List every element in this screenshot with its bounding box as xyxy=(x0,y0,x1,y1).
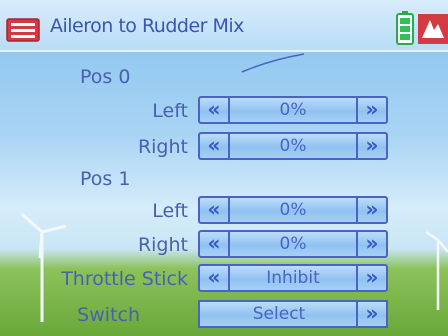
touch-stroke xyxy=(241,53,305,73)
decrease-button[interactable]: « xyxy=(200,266,230,290)
pos1-left-value: 0% xyxy=(279,200,307,220)
pos0-right-label: Right xyxy=(137,136,188,158)
increase-button[interactable]: » xyxy=(356,198,386,222)
switch-label: Switch xyxy=(77,304,140,326)
pos0-right-value: 0% xyxy=(279,136,307,156)
pos1-left-stepper: « 0% » xyxy=(198,196,388,224)
decrease-button[interactable]: « xyxy=(200,232,230,256)
pos0-left-stepper: « 0% » xyxy=(198,96,388,124)
page-title: Aileron to Rudder Mix xyxy=(50,15,244,37)
pos1-right-stepper: « 0% » xyxy=(198,230,388,258)
title-divider xyxy=(0,50,448,52)
menu-icon[interactable] xyxy=(6,18,40,42)
section-label-pos0: Pos 0 xyxy=(80,66,131,88)
decrease-button[interactable]: « xyxy=(200,198,230,222)
pos0-right-stepper: « 0% » xyxy=(198,132,388,160)
switch-next-button[interactable]: » xyxy=(356,302,386,326)
increase-button[interactable]: » xyxy=(356,134,386,158)
pos1-left-label: Left xyxy=(152,200,188,222)
throttle-stick-label: Throttle Stick xyxy=(61,268,188,290)
battery-icon xyxy=(396,11,414,45)
pos1-right-label: Right xyxy=(137,234,188,256)
switch-select-button[interactable]: Select » xyxy=(198,300,388,328)
switch-value: Select xyxy=(252,304,306,324)
signal-icon xyxy=(418,14,448,44)
increase-button[interactable]: » xyxy=(356,232,386,256)
increase-button[interactable]: » xyxy=(356,98,386,122)
decrease-button[interactable]: « xyxy=(200,98,230,122)
throttle-stick-value: Inhibit xyxy=(266,268,320,288)
throttle-stick-stepper: « Inhibit » xyxy=(198,264,388,292)
pos1-right-value: 0% xyxy=(279,234,307,254)
section-label-pos1: Pos 1 xyxy=(80,168,131,190)
pos0-left-value: 0% xyxy=(279,100,307,120)
pos0-left-label: Left xyxy=(152,100,188,122)
wind-turbine-icon xyxy=(425,230,448,310)
decrease-button[interactable]: « xyxy=(200,134,230,158)
increase-button[interactable]: » xyxy=(356,266,386,290)
